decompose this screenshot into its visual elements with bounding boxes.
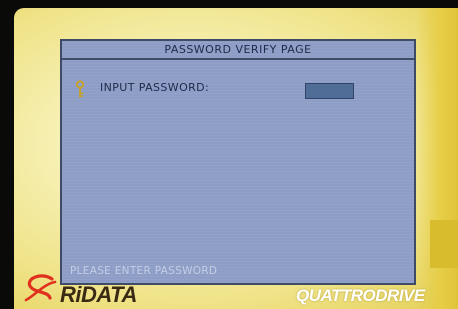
dialog-title: PASSWORD VERIFY PAGE: [62, 41, 414, 60]
key-icon: [75, 80, 85, 98]
ridata-logo-text: RiDATA: [60, 282, 137, 307]
ridata-swoosh-icon: [24, 274, 57, 302]
status-hint: PLEASE ENTER PASSWORD: [70, 265, 218, 277]
right-block-decoration: [430, 220, 458, 268]
password-verify-dialog: PASSWORD VERIFY PAGE INPUT PASSWORD: PLE…: [60, 39, 416, 285]
password-input[interactable]: [305, 83, 354, 99]
quattrodrive-logo-text: QUATTRODRIVE: [296, 286, 425, 305]
password-label: INPUT PASSWORD:: [100, 81, 210, 94]
